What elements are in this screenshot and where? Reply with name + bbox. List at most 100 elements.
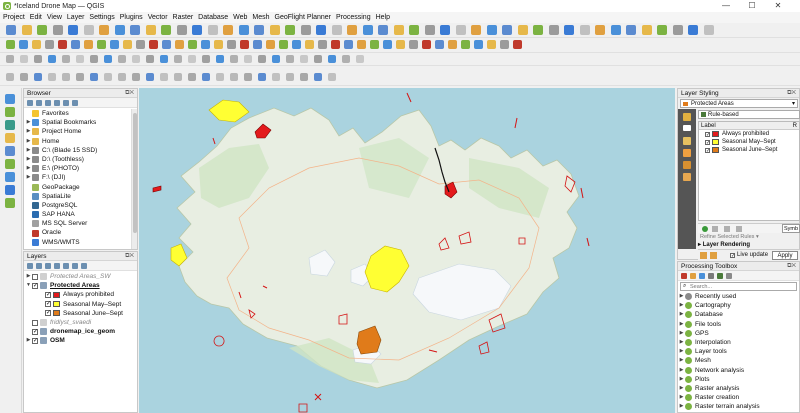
maximize-button[interactable]: ☐ — [739, 0, 765, 12]
chevron-right-icon[interactable]: ▶ — [25, 146, 32, 155]
rule-item-seasonal-june-sept[interactable]: ✓ Seasonal June–Sept — [699, 146, 799, 154]
toolbar-tool-icon[interactable] — [192, 25, 202, 35]
layer-visibility-checkbox[interactable]: ✓ — [32, 282, 38, 289]
panel-float-close-icon[interactable]: ⧉✕ — [787, 89, 796, 98]
chevron-right-icon[interactable]: ▶ — [678, 347, 685, 356]
toolbar-tool-icon[interactable] — [19, 40, 28, 49]
chevron-right-icon[interactable]: ▶ — [25, 137, 32, 146]
toolbar-tool-icon[interactable] — [300, 73, 308, 81]
toolbar-tool-icon[interactable] — [5, 133, 15, 143]
live-update-toggle[interactable]: ✓ Live update — [730, 252, 768, 258]
toolbar-tool-icon[interactable] — [254, 25, 264, 35]
toolbox-group-file-tools[interactable]: ▶ File tools — [678, 320, 799, 329]
toolbar-tool-icon[interactable] — [20, 55, 28, 63]
toolbar-tool-icon[interactable] — [279, 40, 288, 49]
browser-item-geopackage[interactable]: GeoPackage — [25, 183, 137, 192]
browser-scrollbar[interactable] — [131, 109, 137, 249]
toolbar-tool-icon[interactable] — [174, 55, 182, 63]
chevron-icon[interactable]: ▶ — [25, 272, 32, 281]
toolbar-tool-icon[interactable] — [579, 25, 590, 35]
toolbox-group-cartography[interactable]: ▶ Cartography — [678, 301, 799, 310]
toolbar-tool-icon[interactable] — [455, 25, 466, 35]
toolbar-tool-icon[interactable] — [272, 55, 280, 63]
toolbar-tool-icon[interactable] — [595, 25, 605, 35]
add-rule-icon[interactable] — [702, 226, 708, 232]
menu-project[interactable]: Project — [3, 14, 25, 21]
labels-icon[interactable] — [683, 125, 691, 131]
browser-item-e-photo[interactable]: ▶ E:\ (PHOTO) — [25, 164, 137, 173]
toolbar-tool-icon[interactable] — [5, 172, 15, 182]
toolbar-tool-icon[interactable] — [253, 40, 262, 49]
toolbar-tool-icon[interactable] — [202, 73, 210, 81]
panel-float-close-icon[interactable]: ⧉✕ — [125, 89, 134, 98]
browser-item-home[interactable]: ▶ Home — [25, 137, 137, 146]
add-group-icon[interactable] — [36, 263, 42, 269]
toolbar-tool-icon[interactable] — [104, 55, 112, 63]
toolbox-group-network-analysis[interactable]: ▶ Network analysis — [678, 366, 799, 375]
chevron-icon[interactable]: ▼ — [25, 281, 32, 290]
models-icon[interactable] — [681, 273, 687, 279]
layer-visibility-checkbox[interactable]: ✓ — [45, 291, 51, 298]
browser-item-oracle[interactable]: Oracle — [25, 228, 137, 237]
toolbar-tool-icon[interactable] — [331, 25, 342, 35]
apply-button[interactable]: Apply — [772, 251, 798, 260]
toolbar-tool-icon[interactable] — [688, 25, 698, 35]
toolbar-tool-icon[interactable] — [37, 25, 47, 35]
toolbar-tool-icon[interactable] — [370, 40, 379, 49]
toolbar-tool-icon[interactable] — [230, 73, 238, 81]
layer-item-osm[interactable]: ▶ ✓ OSM — [24, 336, 137, 345]
toolbar-tool-icon[interactable] — [5, 107, 15, 117]
symbols-button[interactable]: Symb — [782, 224, 800, 233]
toolbar-tool-icon[interactable] — [90, 73, 98, 81]
toolbar-tool-icon[interactable] — [314, 73, 322, 81]
masks-icon[interactable] — [683, 137, 691, 145]
toolbar-tool-icon[interactable] — [356, 55, 364, 63]
toolbar-tool-icon[interactable] — [110, 40, 119, 49]
menu-geoflight-planner[interactable]: GeoFlight Planner — [275, 14, 331, 21]
toolbar-tool-icon[interactable] — [5, 120, 15, 130]
toolbar-tool-icon[interactable] — [21, 25, 32, 35]
toolbar-tool-icon[interactable] — [657, 25, 667, 35]
toolbar-tool-icon[interactable] — [5, 198, 15, 208]
toolbar-tool-icon[interactable] — [487, 40, 496, 49]
toolbar-tool-icon[interactable] — [216, 55, 224, 63]
toolbar-tool-icon[interactable] — [424, 25, 435, 35]
toolbar-tool-icon[interactable] — [285, 25, 295, 35]
toolbar-tool-icon[interactable] — [136, 40, 145, 49]
chevron-right-icon[interactable]: ▶ — [678, 338, 685, 347]
menu-view[interactable]: View — [47, 14, 62, 21]
toolbar-tool-icon[interactable] — [266, 40, 275, 49]
toolbar-tool-icon[interactable] — [207, 25, 218, 35]
toolbar-tool-icon[interactable] — [610, 25, 621, 35]
toolbar-tool-icon[interactable] — [305, 40, 314, 49]
rule-item-seasonal-may-sept[interactable]: ✓ Seasonal May–Sept — [699, 138, 799, 146]
toolbar-tool-icon[interactable] — [52, 25, 63, 35]
toolbar-tool-icon[interactable] — [223, 25, 233, 35]
refine-selected-rules-button[interactable]: Refine Selected Rules ▾ — [700, 234, 759, 240]
toolbar-tool-icon[interactable] — [76, 55, 84, 63]
menu-vector[interactable]: Vector — [148, 14, 168, 21]
toolbar-tool-icon[interactable] — [6, 73, 14, 81]
menu-web[interactable]: Web — [233, 14, 247, 21]
toolbar-tool-icon[interactable] — [175, 40, 184, 49]
remove-layer-icon[interactable] — [81, 263, 87, 269]
layer-item-always-prohibited[interactable]: ✓ Always prohibited — [24, 290, 137, 299]
layer-item-seasonal-june-sept[interactable]: ✓ Seasonal June–Sept — [24, 309, 137, 318]
toolbar-tool-icon[interactable] — [227, 40, 236, 49]
layer-visibility-checkbox[interactable] — [32, 273, 38, 280]
toolbar-tool-icon[interactable] — [174, 73, 182, 81]
styling-layer-select[interactable]: Protected Areas ▾ — [680, 99, 798, 108]
toolbar-tool-icon[interactable] — [331, 40, 340, 49]
toolbar-tool-icon[interactable] — [258, 55, 266, 63]
toolbar-tool-icon[interactable] — [517, 25, 528, 35]
chevron-right-icon[interactable]: ▶ — [678, 329, 685, 338]
filter-icon[interactable] — [45, 100, 51, 106]
remove-rule-icon[interactable] — [712, 226, 718, 232]
toolbar-tool-icon[interactable] — [6, 40, 15, 49]
toolbar-tool-icon[interactable] — [145, 25, 156, 35]
toolbar-tool-icon[interactable] — [474, 40, 483, 49]
panel-float-close-icon[interactable]: ⧉✕ — [125, 252, 134, 261]
layer-visibility-checkbox[interactable] — [32, 319, 38, 326]
chevron-right-icon[interactable]: ▶ — [678, 393, 685, 402]
toolbox-group-interpolation[interactable]: ▶ Interpolation — [678, 338, 799, 347]
